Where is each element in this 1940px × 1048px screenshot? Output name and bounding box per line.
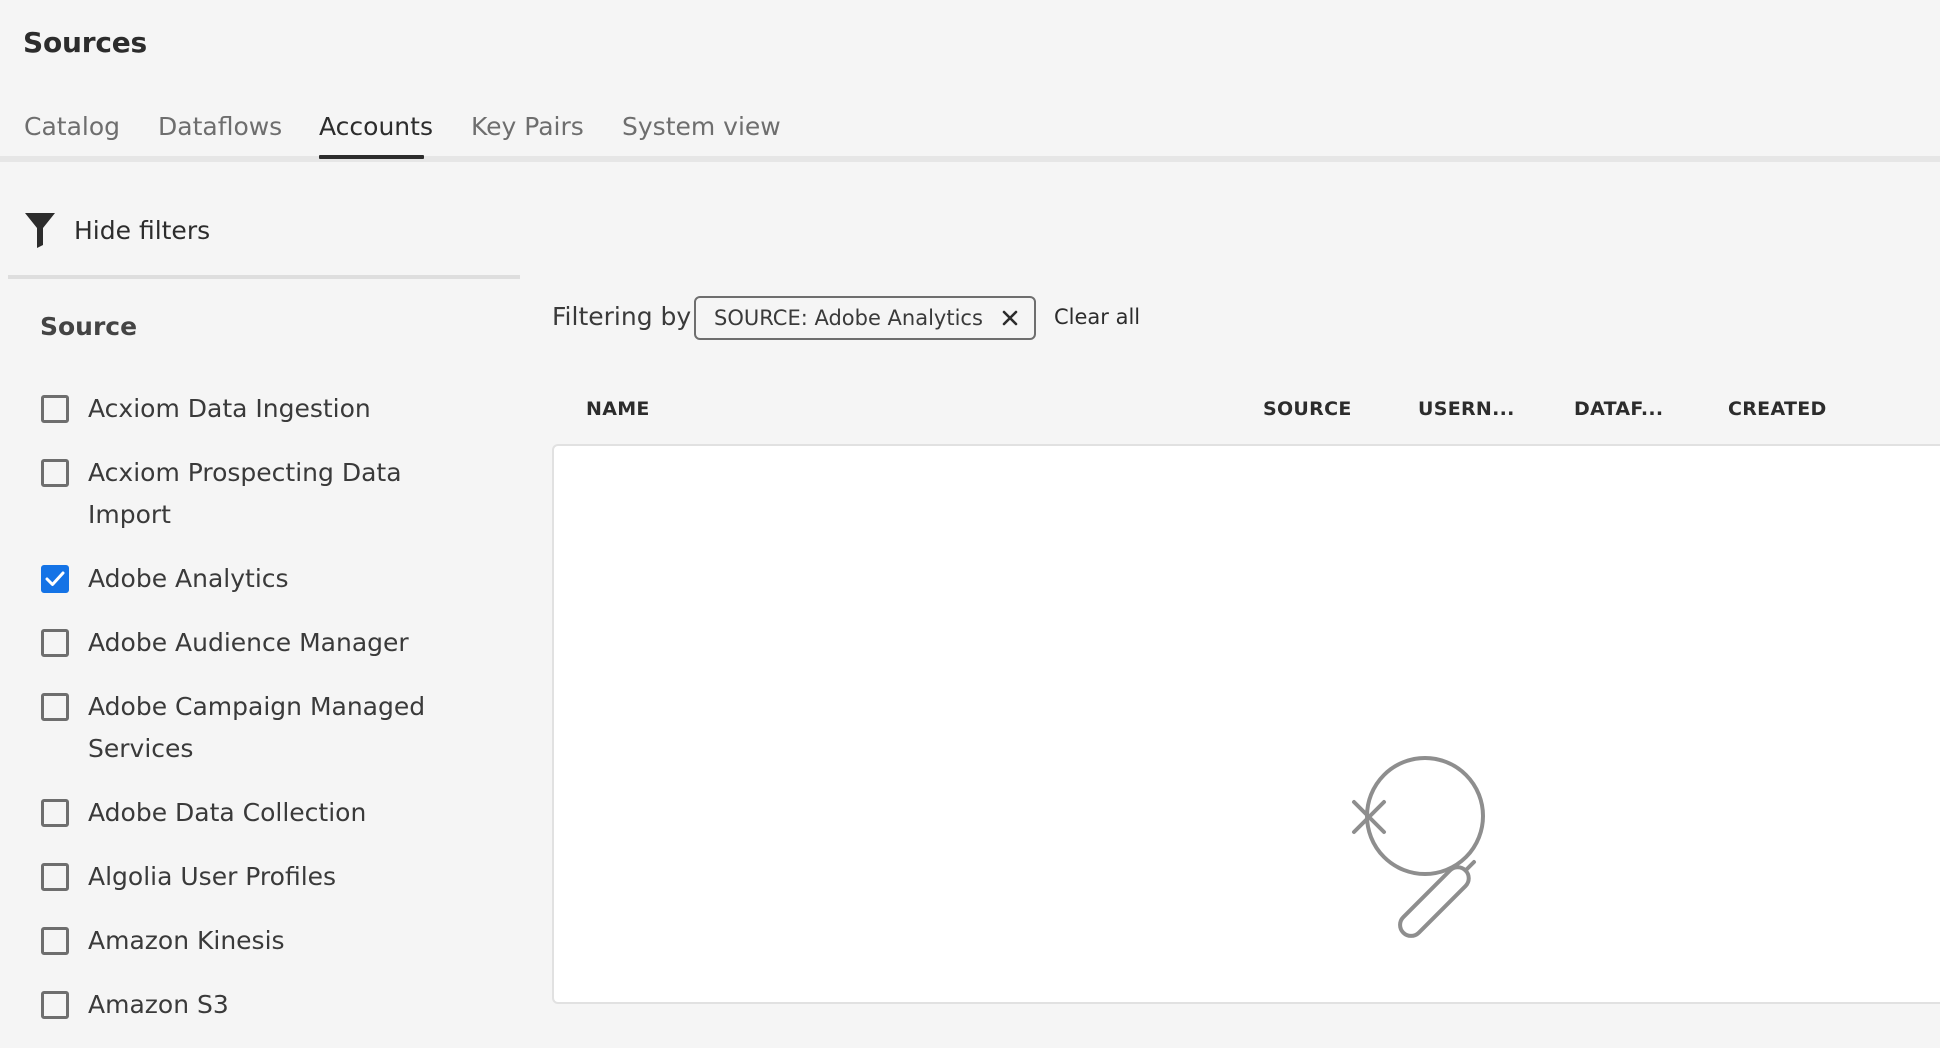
- source-facet-list: Acxiom Data Ingestion Acxiom Prospecting…: [40, 388, 480, 1048]
- checkbox-label: Adobe Campaign Managed Services: [88, 692, 426, 763]
- source-option-amazon-kinesis[interactable]: Amazon Kinesis: [40, 920, 480, 962]
- hide-filters-button[interactable]: Hide filters: [24, 210, 210, 250]
- filters-divider: [8, 275, 520, 279]
- checkbox[interactable]: [41, 863, 69, 891]
- checkbox-label: Adobe Audience Manager: [88, 628, 409, 657]
- page-title: Sources: [23, 26, 147, 59]
- column-header-created[interactable]: CREATED: [1728, 398, 1827, 420]
- checkbox-label: Amazon Kinesis: [88, 926, 285, 955]
- checkbox-label: Amazon S3: [88, 990, 229, 1019]
- column-header-dataflows[interactable]: DATAF...: [1574, 398, 1663, 420]
- clear-all-button[interactable]: Clear all: [1054, 305, 1140, 329]
- source-facet-heading: Source: [40, 312, 138, 341]
- checkbox[interactable]: [41, 629, 69, 657]
- column-header-name[interactable]: NAME: [586, 398, 650, 420]
- active-filter-tag[interactable]: SOURCE: Adobe Analytics: [694, 296, 1036, 340]
- no-results-search-icon: [1348, 752, 1560, 946]
- tab-list: Catalog Dataflows Accounts Key Pairs Sys…: [0, 100, 1940, 164]
- checkbox[interactable]: [41, 459, 69, 487]
- checkbox[interactable]: [41, 991, 69, 1019]
- filter-icon: [24, 212, 56, 248]
- selected-tab-indicator: [319, 155, 424, 159]
- accounts-table-body: [552, 444, 1940, 1004]
- column-header-username[interactable]: USERN...: [1418, 398, 1515, 420]
- checkbox[interactable]: [41, 799, 69, 827]
- tabs-divider: [0, 156, 1940, 162]
- checkbox-checked[interactable]: [41, 565, 69, 593]
- filtering-by-label: Filtering by: [552, 302, 692, 331]
- source-option-adobe-analytics[interactable]: Adobe Analytics: [40, 558, 480, 600]
- source-option-algolia-user-profiles[interactable]: Algolia User Profiles: [40, 856, 480, 898]
- checkbox-label: Acxiom Prospecting Data Import: [88, 458, 402, 529]
- checkbox[interactable]: [41, 927, 69, 955]
- tab-dataflows[interactable]: Dataflows: [158, 112, 282, 141]
- tab-accounts[interactable]: Accounts: [319, 112, 433, 141]
- checkbox-label: Adobe Analytics: [88, 564, 289, 593]
- checkmark-icon: [45, 571, 65, 586]
- hide-filters-label: Hide filters: [74, 215, 211, 245]
- source-option-adobe-audience-manager[interactable]: Adobe Audience Manager: [40, 622, 480, 664]
- source-option-adobe-campaign-managed-services[interactable]: Adobe Campaign Managed Services: [40, 686, 480, 770]
- checkbox-label: Adobe Data Collection: [88, 798, 367, 827]
- tab-system-view[interactable]: System view: [622, 112, 781, 141]
- checkbox[interactable]: [41, 395, 69, 423]
- filter-tag-label: SOURCE: Adobe Analytics: [714, 306, 983, 330]
- close-icon[interactable]: [1001, 309, 1019, 327]
- source-option-adobe-data-collection[interactable]: Adobe Data Collection: [40, 792, 480, 834]
- source-option-amazon-s3[interactable]: Amazon S3: [40, 984, 480, 1026]
- column-header-source[interactable]: SOURCE: [1263, 398, 1352, 420]
- source-option-acxiom-prospecting-data-import[interactable]: Acxiom Prospecting Data Import: [40, 452, 480, 536]
- checkbox-label: Algolia User Profiles: [88, 862, 337, 891]
- source-option-acxiom-data-ingestion[interactable]: Acxiom Data Ingestion: [40, 388, 480, 430]
- tab-key-pairs[interactable]: Key Pairs: [471, 112, 584, 141]
- tab-catalog[interactable]: Catalog: [24, 112, 120, 141]
- checkbox-label: Acxiom Data Ingestion: [88, 394, 371, 423]
- checkbox[interactable]: [41, 693, 69, 721]
